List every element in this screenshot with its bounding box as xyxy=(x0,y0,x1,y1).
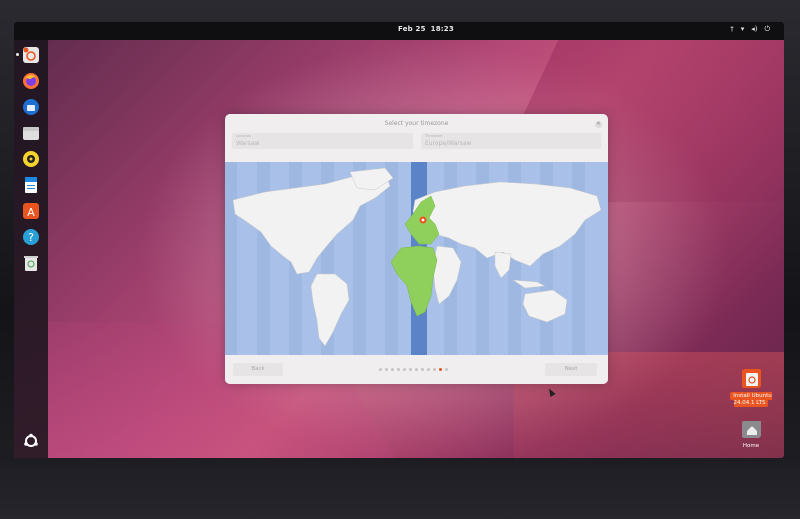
timezone-map[interactable] xyxy=(225,162,608,355)
progress-dot-active xyxy=(439,368,442,371)
install-label-line2: 24.04.1 LTS xyxy=(733,400,766,406)
dock-rhythmbox[interactable] xyxy=(19,148,43,170)
top-bar: Feb 25 18:23 † ▾ ◂) ⏻ xyxy=(14,22,784,40)
install-ubuntu-desktop-icon[interactable]: Install Ubuntu 24.04.1 LTS xyxy=(724,368,778,407)
svg-text:A: A xyxy=(27,206,35,219)
timezone-value: Europe/Warsaw xyxy=(425,140,472,147)
progress-dot xyxy=(403,368,406,371)
clock-date: Feb 25 xyxy=(398,25,426,33)
timezone-field[interactable]: Timezone Europe/Warsaw xyxy=(421,133,601,149)
clock[interactable]: Feb 25 18:23 xyxy=(398,25,459,33)
dock-installer[interactable] xyxy=(19,44,43,66)
back-button[interactable]: Back xyxy=(233,363,283,376)
network-icon[interactable]: ▾ xyxy=(741,25,745,34)
progress-dot xyxy=(415,368,418,371)
help-icon: ? xyxy=(23,229,39,245)
next-button[interactable]: Next xyxy=(545,363,597,376)
location-field[interactable]: Location Warsaw xyxy=(232,133,413,149)
progress-dot xyxy=(445,368,448,371)
power-icon[interactable]: ⏻ xyxy=(764,25,770,34)
progress-dot xyxy=(385,368,388,371)
firefox-icon xyxy=(23,73,39,89)
thunderbird-icon xyxy=(23,99,39,115)
clock-time: 18:23 xyxy=(430,25,454,33)
dock-firefox[interactable] xyxy=(19,70,43,92)
dock: A ? xyxy=(14,40,48,458)
install-label: Install Ubuntu 24.04.1 LTS xyxy=(730,392,772,407)
dock-help[interactable]: ? xyxy=(19,226,43,248)
dock-app-center[interactable]: A xyxy=(19,200,43,222)
progress-dot xyxy=(379,368,382,371)
home-folder-icon xyxy=(742,421,762,438)
progress-dot xyxy=(421,368,424,371)
installer-icon xyxy=(742,369,762,389)
progress-dots xyxy=(379,368,448,371)
dock-thunderbird[interactable] xyxy=(19,96,43,118)
timezone-dialog: Select your timezone ✕ Location Warsaw T… xyxy=(225,114,608,384)
writer-icon xyxy=(25,177,37,193)
svg-text:?: ? xyxy=(28,231,34,244)
progress-dot xyxy=(427,368,430,371)
progress-dot xyxy=(433,368,436,371)
system-tray[interactable]: † ▾ ◂) ⏻ xyxy=(730,25,770,34)
files-icon xyxy=(23,127,39,140)
dock-writer[interactable] xyxy=(19,174,43,196)
close-icon: ✕ xyxy=(596,121,601,127)
show-apps-button[interactable] xyxy=(19,430,43,452)
ubuntu-logo-icon xyxy=(24,433,38,447)
installer-icon xyxy=(23,47,39,63)
progress-dot xyxy=(391,368,394,371)
progress-dot xyxy=(397,368,400,371)
dock-files[interactable] xyxy=(19,122,43,144)
accessibility-icon[interactable]: † xyxy=(730,25,734,34)
trash-icon xyxy=(24,256,38,271)
home-desktop-icon[interactable]: Home xyxy=(724,418,778,450)
progress-dot xyxy=(409,368,412,371)
rhythmbox-icon xyxy=(23,151,39,167)
volume-icon[interactable]: ◂) xyxy=(751,25,757,34)
location-value: Warsaw xyxy=(236,140,260,147)
app-center-icon: A xyxy=(23,203,39,219)
install-label-line1: Install Ubuntu xyxy=(733,393,772,399)
timezone-label: Timezone xyxy=(425,134,443,138)
desktop-screen: Feb 25 18:23 † ▾ ◂) ⏻ A ? Select your ti… xyxy=(14,22,784,458)
location-label: Location xyxy=(236,134,252,138)
location-pin xyxy=(419,216,427,224)
desk-surface xyxy=(0,464,800,519)
dialog-title: Select your timezone xyxy=(384,120,449,127)
dock-trash[interactable] xyxy=(19,252,43,274)
dialog-footer: Back Next xyxy=(225,355,608,384)
home-label: Home xyxy=(742,443,760,449)
world-map xyxy=(225,162,602,355)
close-button[interactable]: ✕ xyxy=(595,121,602,128)
